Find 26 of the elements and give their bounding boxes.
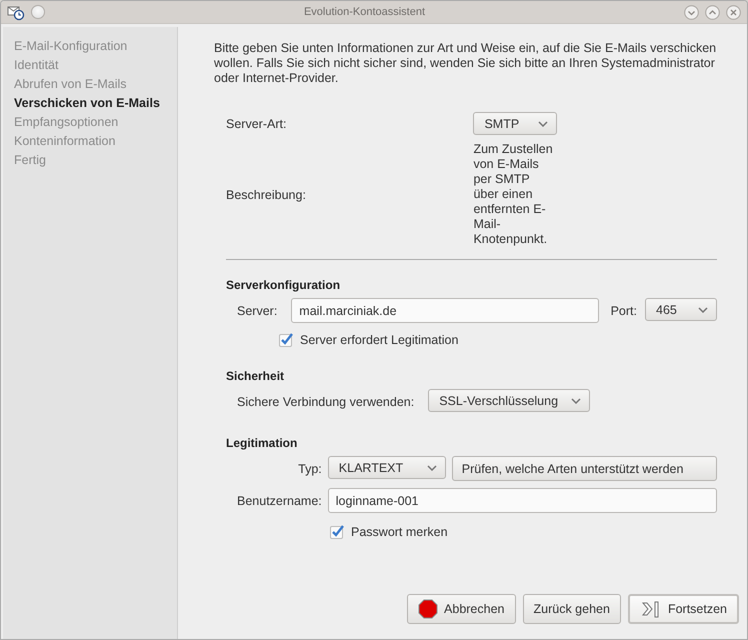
checkbox-label: Server erfordert Legitimation (300, 333, 458, 347)
server-field[interactable]: mail.marciniak.de (291, 298, 599, 323)
auth-type-dropdown[interactable]: KLARTEXT (328, 456, 446, 479)
section-heading: Legitimation (226, 436, 298, 450)
field-label: Port: (610, 304, 637, 318)
server-type-dropdown[interactable]: SMTP (473, 112, 558, 135)
field-label: Server: (237, 304, 278, 318)
window-title: Evolution-Kontoassistent (302, 6, 426, 18)
section-heading: Sicherheit (226, 369, 286, 383)
port-dropdown[interactable]: 465 (645, 298, 717, 321)
security-dropdown[interactable]: SSL-Verschlüsselung (428, 389, 590, 412)
intro-text: Bitte geben Sie unten Informationen zur Art und Weise ein, auf die Sie E-Mails verschicken wollen. Falls Sie sich nicht sicher sind, wenden Sie sich bitte an Ihren Systemadministrator oder Internet-Provider. (214, 41, 717, 86)
username-field[interactable]: loginname-001 (328, 488, 717, 513)
field-label: Sichere Verbindung verwenden: (237, 394, 414, 408)
field-label: Typ: (298, 462, 322, 476)
forward-button[interactable]: Fortsetzen (628, 594, 739, 624)
check-types-button[interactable]: Prüfen, welche Arten unterstützt werden (452, 456, 717, 481)
cancel-button[interactable]: Abbrechen (407, 594, 516, 624)
section-heading: Serverkonfiguration (226, 278, 342, 292)
checkbox-label: Passwort merken (351, 525, 448, 539)
field-label: Beschreibung: (226, 188, 306, 202)
sidebar-item[interactable]: Verschicken von E-Mails (3, 94, 177, 113)
description-text: Zum Zustellen von E-Mails per SMTP über einen entfernten E-Mail-Knotenpunkt. (473, 142, 554, 247)
field-label: Benutzername: (237, 494, 322, 508)
back-button[interactable]: Zurück gehen (522, 594, 621, 624)
field-label: Server-Art: (226, 116, 286, 130)
